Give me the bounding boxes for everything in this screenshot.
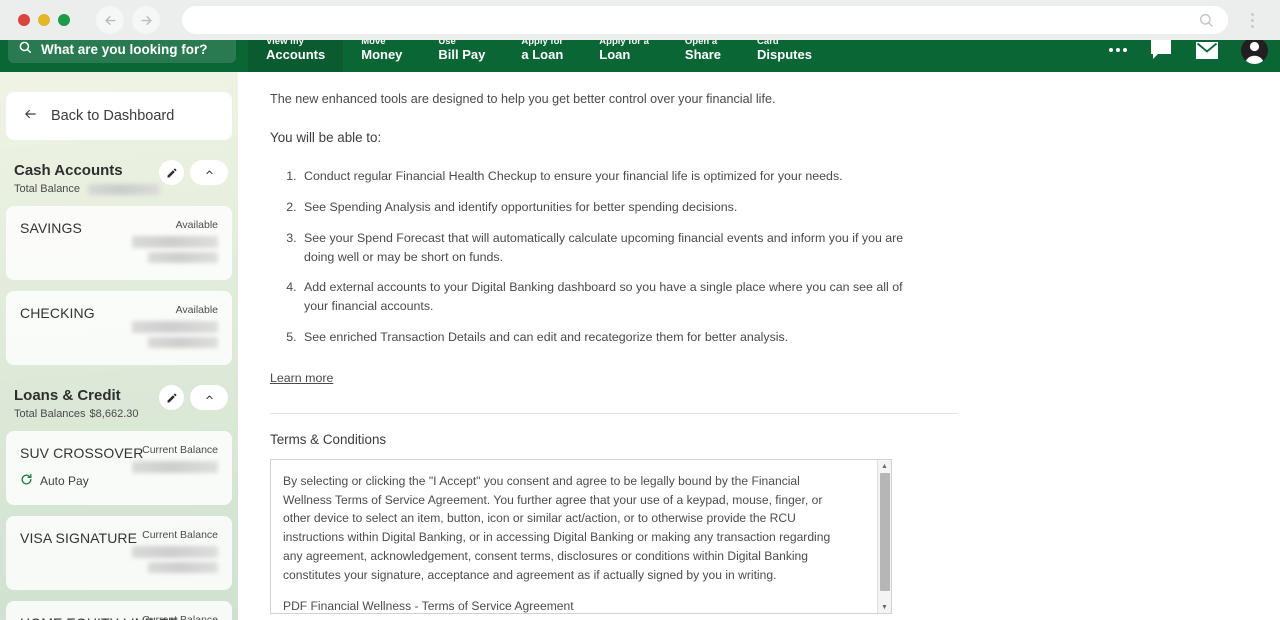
pencil-icon[interactable] (159, 160, 184, 185)
list-item: See Spending Analysis and identify oppor… (300, 198, 905, 217)
nav-tab-line2: Money (361, 46, 403, 62)
pencil-icon[interactable] (159, 385, 184, 410)
intro-text: The new enhanced tools are designed to h… (270, 92, 776, 106)
recurring-icon (20, 473, 33, 489)
search-icon[interactable] (1198, 12, 1214, 28)
terms-and-conditions-scroll-box[interactable]: By selecting or clicking the "I Accept" … (270, 458, 892, 614)
user-avatar-icon[interactable] (1241, 36, 1268, 64)
auto-pay-label: Auto Pay (40, 474, 89, 488)
redacted-balance-secondary (148, 337, 218, 348)
section-actions (159, 160, 228, 185)
envelope-icon[interactable] (1195, 41, 1219, 60)
account-balance-block: Current Balance (132, 529, 218, 573)
terms-document-link: PDF Financial Wellness - Terms of Servic… (283, 599, 574, 614)
redacted-balance-secondary (148, 562, 218, 573)
account-balance-block: Available (132, 304, 218, 348)
scroll-up-arrow-icon[interactable]: ▲ (881, 460, 888, 474)
account-card-checking[interactable]: CHECKING Available (6, 291, 232, 365)
account-card-suv-crossover[interactable]: SUV CROSSOVER Current Balance Auto Pay (6, 431, 232, 505)
main-content: The new enhanced tools are designed to h… (238, 72, 1280, 620)
auto-pay-indicator: Auto Pay (20, 473, 218, 489)
balance-label: Available (175, 219, 218, 231)
section-subtitle-value: $8,662.30 (89, 408, 139, 420)
browser-chrome (0, 0, 1280, 40)
back-arrow-icon[interactable] (96, 6, 124, 34)
redacted-balance (132, 236, 218, 248)
terms-paragraph: By selecting or clicking the "I Accept" … (283, 473, 831, 582)
sidebar-section-loans-and-credit: Loans & Credit Total Balances $8,662.30 (0, 365, 238, 420)
window-traffic-lights (18, 14, 70, 26)
list-item: Add external accounts to your Digital Ba… (300, 278, 905, 316)
nav-tab-line2: Bill Pay (438, 46, 486, 62)
nav-tab-line2: a Loan (521, 46, 564, 62)
back-to-dashboard-button[interactable]: Back to Dashboard (6, 92, 232, 140)
ellipsis-icon[interactable] (1109, 48, 1127, 52)
list-item: See your Spend Forecast that will automa… (300, 229, 905, 267)
lead-text: You will be able to: (270, 130, 382, 145)
search-placeholder: What are you looking for? (41, 41, 208, 57)
search-icon (18, 40, 32, 59)
account-balance-block: Current Balance (132, 614, 218, 620)
chevron-up-icon[interactable] (190, 385, 228, 410)
account-card-home-equity-line-of-credit[interactable]: HOME EQUITY LINE OF... Current Balance (6, 601, 232, 620)
balance-label: Current Balance (142, 529, 218, 541)
arrow-left-icon (22, 107, 39, 125)
back-to-dashboard-label: Back to Dashboard (51, 108, 175, 124)
list-item: See enriched Transaction Details and can… (300, 328, 905, 347)
nav-tab-line2: Disputes (757, 46, 812, 62)
redacted-balance-secondary (148, 252, 218, 263)
minimize-window-button[interactable] (38, 14, 50, 26)
redacted-balance (132, 321, 218, 333)
redacted-balance (132, 546, 218, 558)
close-window-button[interactable] (18, 14, 30, 26)
nav-tab-line2: Loan (599, 46, 631, 62)
section-subtitle-label: Total Balance (14, 183, 81, 195)
learn-more-link[interactable]: Learn more (270, 371, 333, 385)
section-actions (159, 385, 228, 410)
nav-tab-line2: Share (684, 46, 722, 62)
redacted-balance (132, 461, 218, 473)
balance-label: Current Balance (142, 444, 218, 456)
scroll-down-arrow-icon[interactable]: ▼ (881, 601, 888, 613)
chevron-up-icon[interactable] (190, 160, 228, 185)
maximize-window-button[interactable] (58, 14, 70, 26)
browser-nav-buttons (96, 6, 160, 34)
chat-bubble-icon[interactable] (1149, 39, 1173, 61)
account-balance-block: Current Balance (132, 444, 218, 473)
section-divider (270, 412, 958, 414)
scrollbar-thumb[interactable] (880, 472, 890, 591)
nav-tab-line2: Accounts (266, 46, 326, 62)
terms-text-container: By selecting or clicking the "I Accept" … (271, 460, 871, 614)
address-bar[interactable] (182, 6, 1228, 34)
balance-label: Available (175, 304, 218, 316)
scrollbar[interactable]: ▲ ▼ (877, 459, 891, 613)
account-sidebar: Back to Dashboard Cash Accounts Total Ba… (0, 60, 238, 620)
forward-arrow-icon[interactable] (132, 6, 160, 34)
account-card-savings[interactable]: SAVINGS Available (6, 206, 232, 280)
section-subtitle-label: Total Balances (14, 408, 86, 420)
list-item: Conduct regular Financial Health Checkup… (300, 167, 905, 186)
balance-label: Current Balance (142, 614, 218, 620)
redacted-total-balance (88, 184, 161, 195)
benefits-list: Conduct regular Financial Health Checkup… (300, 167, 1280, 347)
sidebar-section-cash-accounts: Cash Accounts Total Balance (0, 140, 238, 195)
kebab-menu-icon[interactable] (1242, 6, 1262, 34)
terms-and-conditions-title: Terms & Conditions (270, 431, 387, 447)
account-card-visa-signature[interactable]: VISA SIGNATURE Current Balance (6, 516, 232, 590)
account-balance-block: Available (132, 219, 218, 263)
